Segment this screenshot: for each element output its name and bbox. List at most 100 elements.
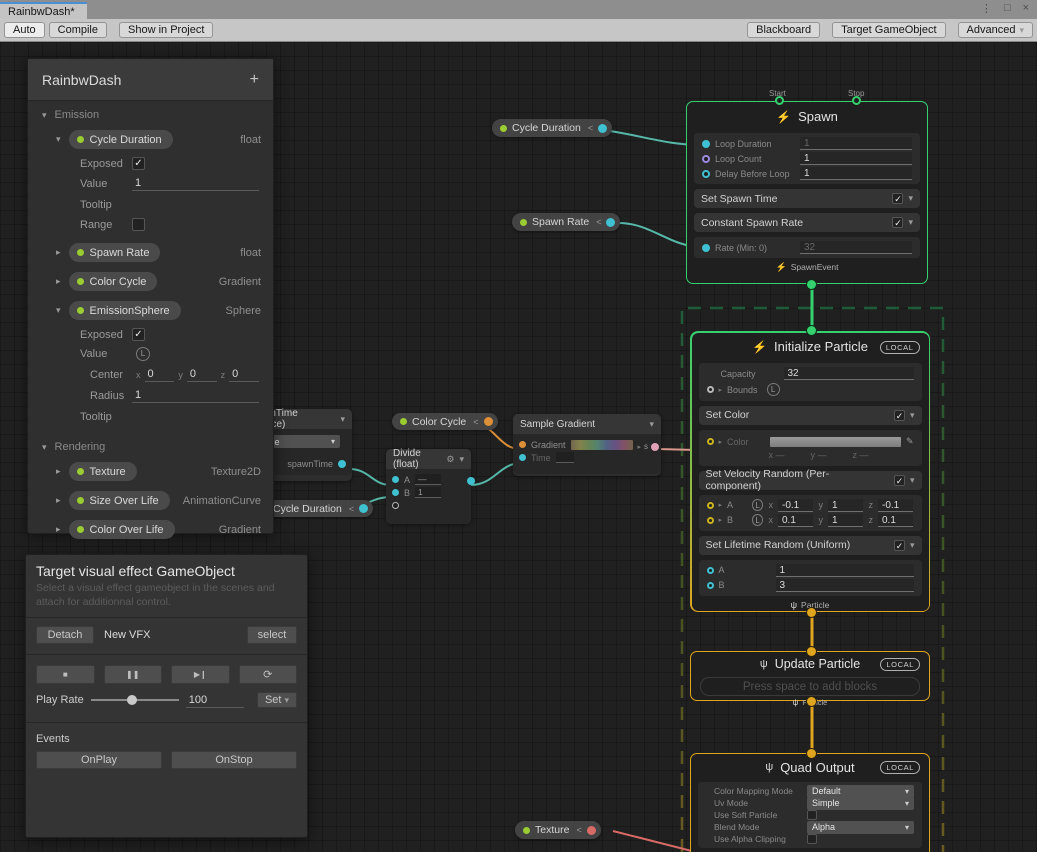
velocity-a-x-field[interactable]: -0.1 bbox=[778, 499, 814, 512]
divide-a-port[interactable] bbox=[392, 476, 399, 483]
delay-before-loop-port[interactable] bbox=[702, 170, 710, 178]
chevron-down-icon[interactable]: ▾ bbox=[42, 110, 47, 121]
update-output-port[interactable] bbox=[807, 697, 816, 706]
blackboard-header[interactable]: RainbwDash + bbox=[28, 59, 273, 101]
divide-b-value[interactable]: 1 bbox=[415, 487, 441, 498]
set-color-enabled-checkbox[interactable]: ✓ bbox=[894, 410, 905, 421]
velocity-b-port[interactable] bbox=[707, 517, 714, 524]
chevron-down-icon[interactable]: ▾ bbox=[908, 193, 913, 204]
center-x-field[interactable]: 0 bbox=[145, 367, 175, 382]
sphere-tooltip-field[interactable] bbox=[132, 409, 259, 424]
update-particle-context-node[interactable]: ψ Update Particle LOCAL Press space to a… bbox=[690, 651, 930, 701]
expand-icon[interactable]: ▸ bbox=[719, 516, 723, 524]
param-texture[interactable]: ▸ Texture Texture2D bbox=[28, 457, 273, 486]
rate-port[interactable] bbox=[702, 244, 710, 252]
loop-duration-field[interactable]: 1 bbox=[800, 137, 912, 150]
set-rate-button[interactable]: Set ▾ bbox=[257, 692, 297, 708]
divide-b-port[interactable] bbox=[392, 489, 399, 496]
sample-gradient-output-port[interactable] bbox=[651, 443, 659, 451]
chevron-down-icon[interactable]: ▾ bbox=[908, 217, 913, 228]
graph-canvas[interactable]: spawnTime (Source) ▾ Source ▾ spawnTime … bbox=[0, 42, 1037, 852]
expand-icon[interactable]: ▸ bbox=[719, 438, 723, 446]
update-input-port[interactable] bbox=[807, 647, 816, 656]
chevron-right-icon[interactable]: ▸ bbox=[56, 276, 61, 287]
velocity-b-z-field[interactable]: 0.1 bbox=[878, 514, 914, 527]
cycle-duration-param-node[interactable]: Cycle Duration < bbox=[492, 119, 612, 137]
spawn-stop-port[interactable] bbox=[852, 96, 861, 105]
sample-gradient-node[interactable]: Sample Gradient ▾ Gradient Time ▸ s bbox=[513, 414, 661, 476]
advanced-dropdown[interactable]: Advanced ▾ bbox=[958, 22, 1033, 38]
onstop-button[interactable]: OnStop bbox=[171, 751, 297, 769]
spawn-rate-param-node[interactable]: Spawn Rate < bbox=[512, 213, 620, 231]
param-cycle-duration[interactable]: ▾ Cycle Duration float bbox=[28, 125, 273, 154]
set-spawn-time-block[interactable]: Set Spawn Time ✓ ▾ bbox=[694, 189, 920, 208]
tooltip-field[interactable] bbox=[132, 197, 259, 212]
add-parameter-button[interactable]: + bbox=[250, 71, 259, 89]
set-spawn-time-enabled-checkbox[interactable]: ✓ bbox=[892, 193, 903, 204]
lifetime-b-field[interactable]: 3 bbox=[776, 579, 914, 592]
cycle-duration-output-port[interactable] bbox=[598, 124, 607, 133]
chevron-right-icon[interactable]: ▸ bbox=[56, 247, 61, 258]
bounds-port[interactable] bbox=[707, 386, 714, 393]
capacity-field[interactable]: 32 bbox=[784, 367, 914, 380]
collapse-icon[interactable]: < bbox=[473, 417, 478, 427]
color-port[interactable] bbox=[707, 438, 714, 445]
play-rate-slider[interactable] bbox=[91, 699, 179, 701]
stop-button[interactable]: ■ bbox=[36, 665, 95, 684]
set-velocity-random-block[interactable]: Set Velocity Random (Per-component) ✓ ▾ bbox=[699, 471, 922, 490]
maximize-icon[interactable]: □ bbox=[1004, 2, 1011, 15]
kebab-menu-icon[interactable]: ⋮ bbox=[981, 2, 992, 15]
lifetime-a-port[interactable] bbox=[707, 567, 714, 574]
center-z-field[interactable]: 0 bbox=[229, 367, 259, 382]
close-icon[interactable]: × bbox=[1023, 2, 1029, 15]
spawntime-output-port[interactable] bbox=[338, 460, 346, 468]
category-emission[interactable]: ▾ Emission bbox=[28, 101, 273, 125]
collapse-icon[interactable]: < bbox=[596, 217, 601, 227]
divide-output-port[interactable] bbox=[467, 477, 475, 485]
cycle-duration-output-port-2[interactable] bbox=[359, 504, 368, 513]
play-rate-slider-knob[interactable] bbox=[127, 695, 137, 705]
texture-param-node[interactable]: Texture < bbox=[515, 821, 601, 839]
velocity-a-y-field[interactable]: 1 bbox=[828, 499, 864, 512]
param-spawn-rate[interactable]: ▸ Spawn Rate float bbox=[28, 238, 273, 267]
use-soft-particle-checkbox[interactable] bbox=[807, 810, 817, 820]
texture-output-port[interactable] bbox=[587, 826, 596, 835]
restart-button[interactable]: ⟳ bbox=[239, 665, 298, 684]
blend-mode-dropdown[interactable]: Alpha ▾ bbox=[807, 821, 914, 834]
output-expand-icon[interactable]: ▸ bbox=[637, 443, 641, 451]
chevron-down-icon[interactable]: ▾ bbox=[910, 475, 915, 486]
chevron-right-icon[interactable]: ▸ bbox=[56, 466, 61, 477]
range-checkbox[interactable] bbox=[132, 218, 145, 231]
step-button[interactable]: ▶❙ bbox=[171, 665, 230, 684]
divide-title-bar[interactable]: Divide (float) ⚙ ▾ bbox=[386, 449, 471, 469]
divide-add-operand-port[interactable] bbox=[392, 502, 399, 509]
play-rate-field[interactable]: 100 bbox=[186, 693, 244, 708]
rate-field[interactable]: 32 bbox=[800, 241, 912, 254]
collapse-icon[interactable]: < bbox=[576, 825, 581, 835]
initialize-particle-context-node[interactable]: ⚡ Initialize Particle LOCAL Capacity 32 … bbox=[690, 331, 930, 612]
add-blocks-placeholder[interactable]: Press space to add blocks bbox=[700, 677, 920, 696]
param-color-cycle[interactable]: ▸ Color Cycle Gradient bbox=[28, 267, 273, 296]
constant-spawn-rate-block[interactable]: Constant Spawn Rate ✓ ▾ bbox=[694, 213, 920, 232]
sample-gradient-title-bar[interactable]: Sample Gradient ▾ bbox=[513, 414, 661, 434]
divide-node[interactable]: Divide (float) ⚙ ▾ A — B 1 bbox=[386, 449, 471, 524]
chevron-down-icon[interactable]: ▾ bbox=[42, 442, 47, 453]
divide-a-value[interactable]: — bbox=[415, 474, 441, 485]
loop-count-port[interactable] bbox=[702, 155, 710, 163]
delay-before-loop-field[interactable]: 1 bbox=[800, 167, 912, 180]
velocity-b-y-field[interactable]: 1 bbox=[828, 514, 864, 527]
select-button[interactable]: select bbox=[247, 626, 297, 644]
lifetime-a-field[interactable]: 1 bbox=[776, 564, 914, 577]
chevron-right-icon[interactable]: ▸ bbox=[56, 495, 61, 506]
wire-spawntime-to-divide-a[interactable] bbox=[349, 469, 391, 485]
lock-icon[interactable]: L bbox=[767, 383, 780, 396]
constant-spawn-rate-enabled-checkbox[interactable]: ✓ bbox=[892, 217, 903, 228]
loop-duration-port[interactable] bbox=[702, 140, 710, 148]
auto-button[interactable]: Auto bbox=[4, 22, 45, 38]
eyedropper-icon[interactable]: ✎ bbox=[906, 436, 914, 447]
quad-output-context-node[interactable]: ψ Quad Output LOCAL Color Mapping Mode D… bbox=[690, 753, 930, 852]
category-rendering[interactable]: ▾ Rendering bbox=[28, 433, 273, 457]
time-input-port[interactable] bbox=[519, 454, 526, 461]
param-size-over-life[interactable]: ▸ Size Over Life AnimationCurve bbox=[28, 486, 273, 515]
use-alpha-clipping-checkbox[interactable] bbox=[807, 834, 817, 844]
